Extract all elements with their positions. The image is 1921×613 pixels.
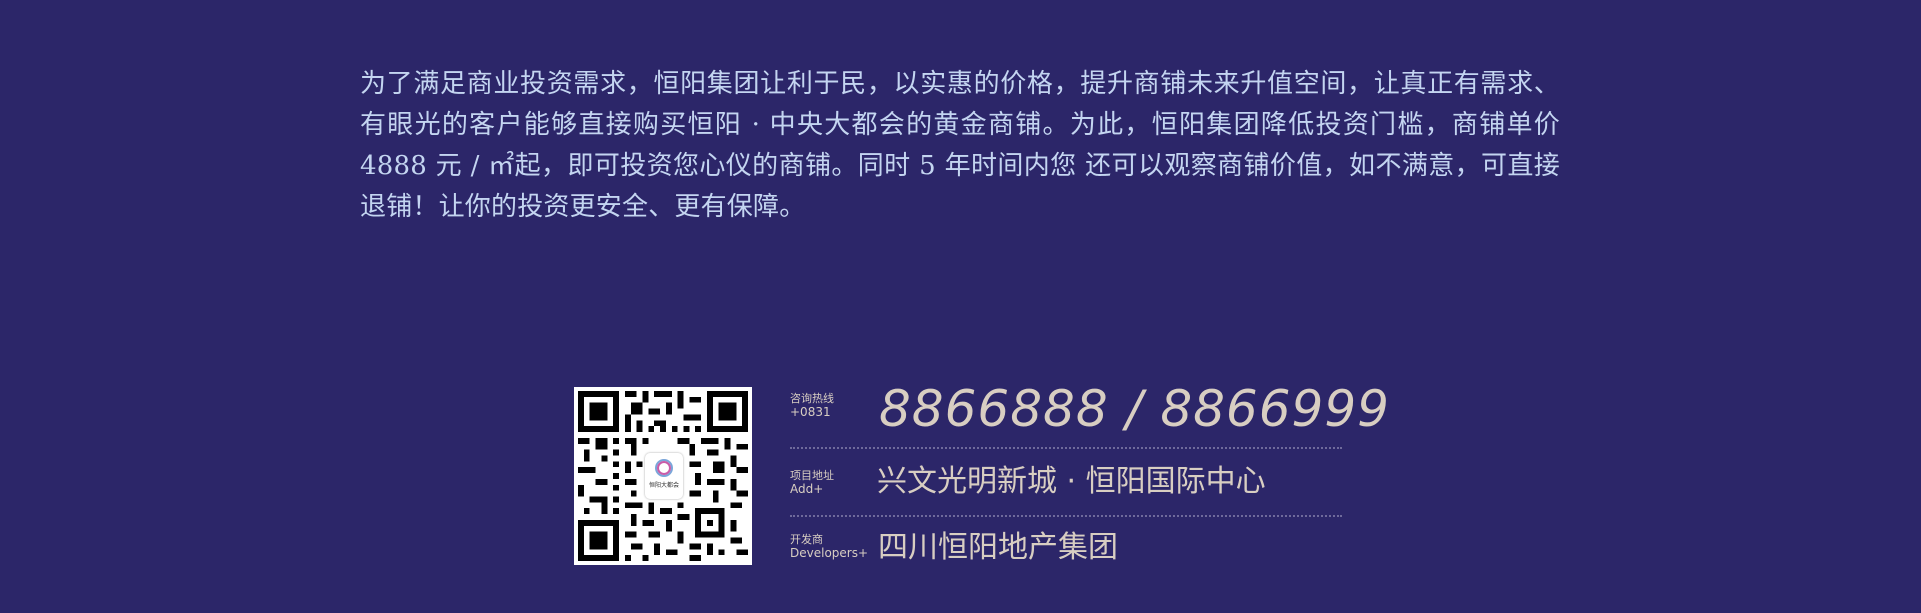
- brand-ring-icon: [657, 461, 671, 475]
- hotline-label-en: +0831: [790, 405, 831, 419]
- qr-logo-text: 恒阳大都会: [648, 482, 679, 489]
- intro-paragraph: 为了满足商业投资需求，恒阳集团让利于民，以实惠的价格，提升商铺未来升值空间，让真…: [360, 69, 1560, 222]
- address-label: 项目地址 Add+: [790, 469, 834, 497]
- wechat-qr-code[interactable]: 恒阳大都会: [574, 387, 752, 565]
- hotline-label: 咨询热线 +0831: [790, 392, 834, 420]
- qr-center-logo: 恒阳大都会: [645, 453, 683, 499]
- address-label-en: Add+: [790, 482, 824, 496]
- address-value: 兴文光明新城 · 恒阳国际中心: [877, 464, 1266, 499]
- dotted-divider: [790, 447, 1342, 449]
- developer-label-cn: 开发商: [790, 533, 823, 546]
- hotline-label-cn: 咨询热线: [790, 392, 834, 405]
- address-label-cn: 项目地址: [790, 469, 834, 482]
- hotline-number[interactable]: 8866888 / 8866999: [879, 380, 1390, 438]
- developer-label: 开发商 Developers+: [790, 533, 868, 561]
- dotted-divider: [790, 515, 1342, 517]
- developer-label-en: Developers+: [790, 546, 869, 560]
- developer-value: 四川恒阳地产集团: [878, 530, 1118, 565]
